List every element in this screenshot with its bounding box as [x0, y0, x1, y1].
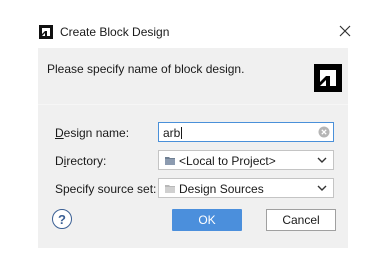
header-panel: Please specify name of block design.: [38, 48, 348, 104]
separator: [38, 104, 348, 105]
folder-icon: [165, 157, 175, 165]
design-name-label: Design name:: [55, 126, 130, 140]
window-title: Create Block Design: [60, 25, 170, 39]
ok-button[interactable]: OK: [172, 209, 242, 231]
source-set-label: Specify source set:: [55, 182, 157, 196]
help-icon: ?: [58, 211, 66, 227]
directory-dropdown[interactable]: <Local to Project>: [158, 150, 334, 170]
help-button[interactable]: ?: [52, 209, 72, 229]
design-name-input[interactable]: arb: [158, 122, 334, 142]
close-icon: [339, 25, 351, 37]
source-set-value: Design Sources: [179, 182, 264, 196]
folder-icon: [165, 185, 175, 193]
chevron-down-icon: [317, 185, 327, 191]
title-bar: Create Block Design: [0, 0, 372, 48]
directory-value: <Local to Project>: [179, 154, 276, 168]
vivado-logo-icon: [39, 25, 53, 39]
close-button[interactable]: [336, 22, 354, 40]
source-set-dropdown[interactable]: Design Sources: [158, 178, 334, 198]
design-name-value: arb: [163, 126, 181, 140]
vivado-logo-icon: [314, 64, 342, 92]
cancel-button[interactable]: Cancel: [266, 209, 336, 231]
dialog-body: Please specify name of block design. Des…: [38, 48, 348, 248]
clear-icon[interactable]: [318, 126, 330, 138]
chevron-down-icon: [317, 157, 327, 163]
directory-label: Directory:: [55, 154, 107, 168]
header-message: Please specify name of block design.: [47, 62, 245, 76]
